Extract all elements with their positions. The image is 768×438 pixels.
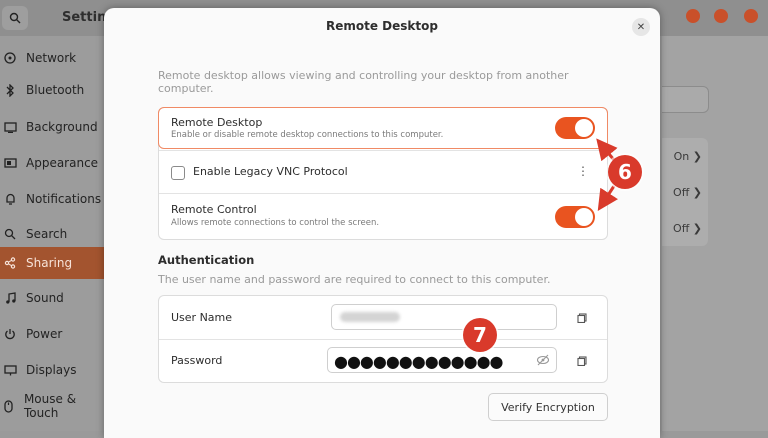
callout-7-badge: 7 xyxy=(463,318,497,352)
callout-6-arrow-top xyxy=(596,138,618,162)
callout-6-badge: 6 xyxy=(608,155,642,189)
callout-6-arrow-bottom xyxy=(597,185,618,212)
callout-arrows xyxy=(596,138,618,212)
